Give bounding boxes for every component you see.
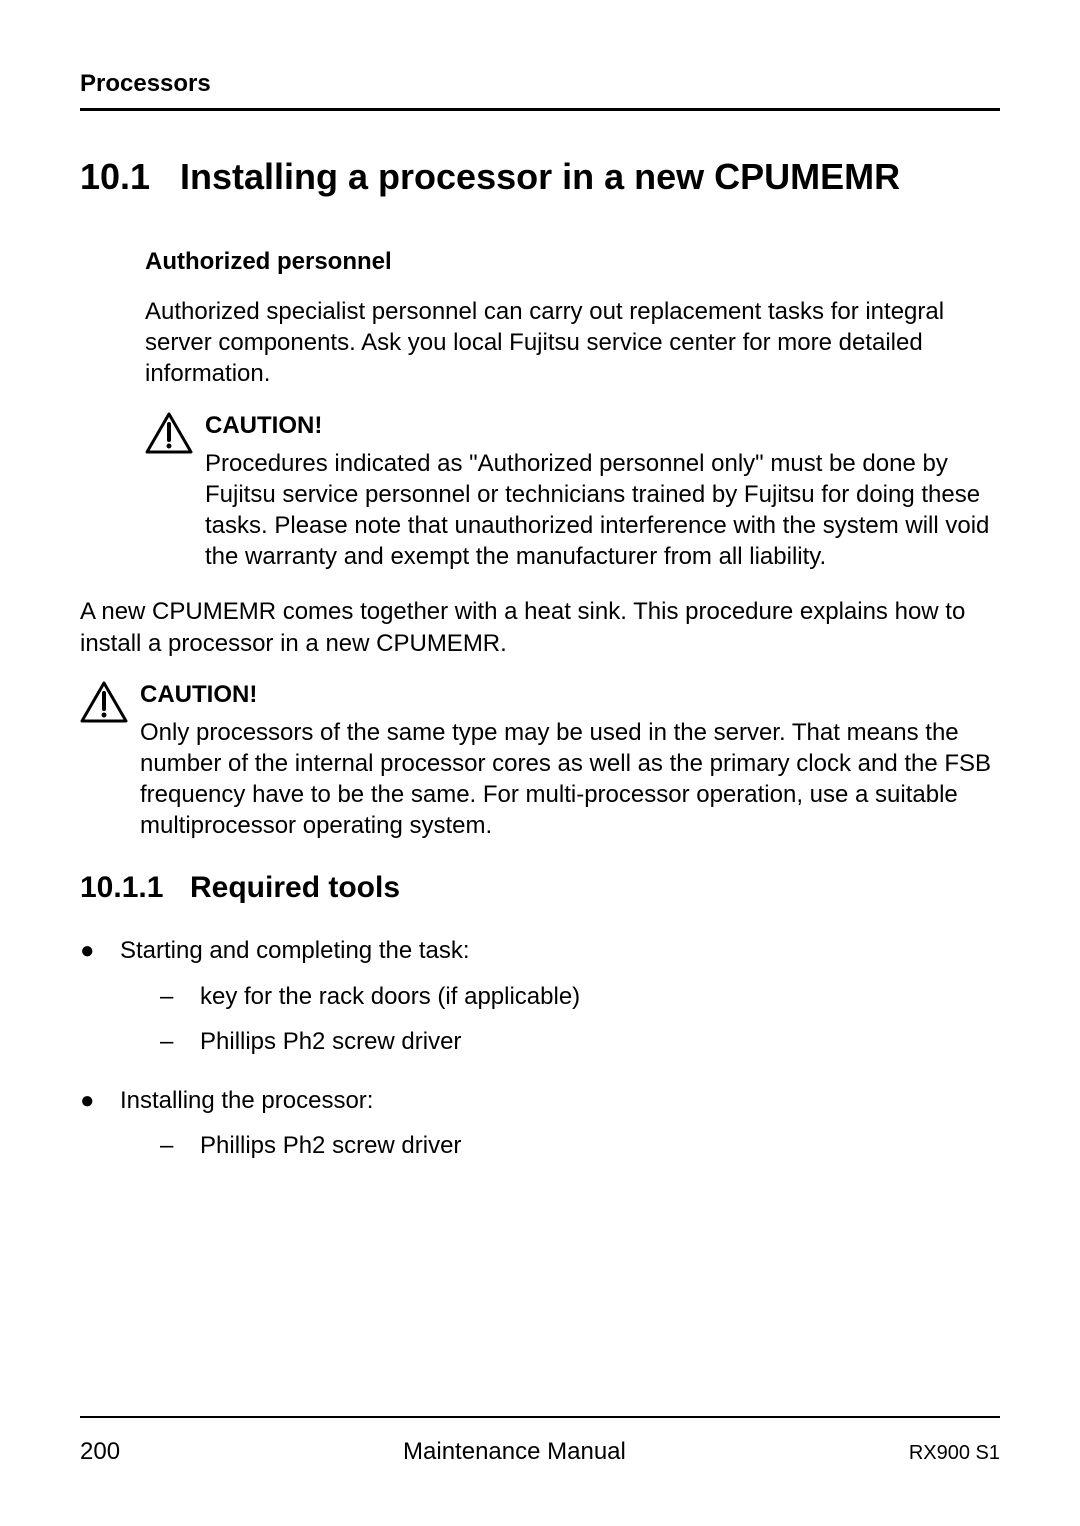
dash-icon: – xyxy=(160,1026,200,1057)
subsection-heading: 10.1.1 Required tools xyxy=(80,871,1000,905)
section-title: Installing a processor in a new CPUMEMR xyxy=(180,156,900,198)
caution-text-2: Only processors of the same type may be … xyxy=(140,717,1000,842)
tools-list: ● Starting and completing the task: – ke… xyxy=(80,935,1000,1175)
tool-item: Phillips Ph2 screw driver xyxy=(200,1130,461,1161)
tool-item: key for the rack doors (if applicable) xyxy=(200,981,580,1012)
tool-group-label: Starting and completing the task: xyxy=(120,937,470,964)
list-item: – Phillips Ph2 screw driver xyxy=(160,1026,1000,1057)
page-number: 200 xyxy=(80,1438,120,1466)
tool-group-label: Installing the processor: xyxy=(120,1087,373,1114)
bullet-icon: ● xyxy=(80,1085,120,1113)
list-item: – key for the rack doors (if applicable) xyxy=(160,981,1000,1012)
footer-model: RX900 S1 xyxy=(909,1442,1000,1465)
dash-icon: – xyxy=(160,1130,200,1161)
caution-label-1: CAUTION! xyxy=(205,412,1000,440)
list-item: ● Starting and completing the task: – ke… xyxy=(80,935,1000,1071)
authorized-text: Authorized specialist personnel can carr… xyxy=(145,296,1000,390)
section-number: 10.1 xyxy=(80,156,180,198)
page-footer: 200 Maintenance Manual RX900 S1 xyxy=(80,1416,1000,1466)
authorized-heading: Authorized personnel xyxy=(145,248,1000,276)
dash-icon: – xyxy=(160,981,200,1012)
main-heading: 10.1 Installing a processor in a new CPU… xyxy=(80,156,1000,198)
footer-center-text: Maintenance Manual xyxy=(403,1438,626,1466)
caution-text-1: Procedures indicated as "Authorized pers… xyxy=(205,448,1000,573)
section-header: Processors xyxy=(80,70,1000,111)
list-item: – Phillips Ph2 screw driver xyxy=(160,1130,1000,1161)
caution-label-2: CAUTION! xyxy=(140,681,1000,709)
subsection-number: 10.1.1 xyxy=(80,871,190,905)
subsection-title: Required tools xyxy=(190,871,400,905)
list-item: ● Installing the processor: – Phillips P… xyxy=(80,1085,1000,1175)
caution-icon xyxy=(145,412,193,456)
intro-paragraph: A new CPUMEMR comes together with a heat… xyxy=(80,596,1000,658)
caution-icon xyxy=(80,681,128,725)
caution-block-2: CAUTION! Only processors of the same typ… xyxy=(80,681,1000,842)
bullet-icon: ● xyxy=(80,935,120,963)
tool-item: Phillips Ph2 screw driver xyxy=(200,1026,461,1057)
caution-block-1: CAUTION! Procedures indicated as "Author… xyxy=(145,412,1000,573)
